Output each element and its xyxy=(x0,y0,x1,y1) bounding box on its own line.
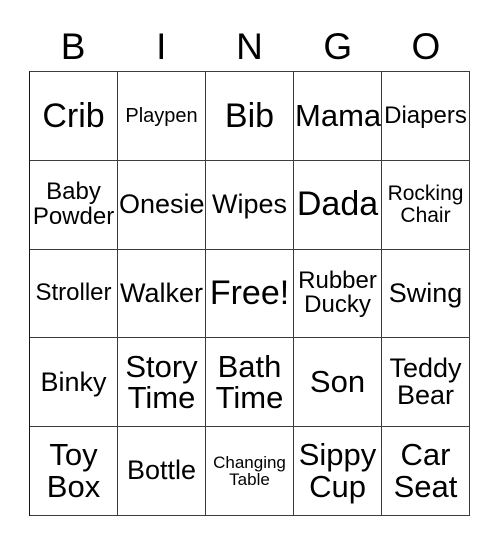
bingo-cell[interactable]: Crib xyxy=(30,72,118,161)
bingo-cell[interactable]: Baby Powder xyxy=(30,160,118,250)
bingo-cell-label: Playpen xyxy=(125,104,198,127)
bingo-cell-label: Stroller xyxy=(35,279,112,307)
bingo-cell-label: Car Seat xyxy=(393,437,458,505)
bingo-cell-label: Son xyxy=(309,364,366,400)
bingo-cell-label: Dada xyxy=(296,185,379,224)
bingo-cell[interactable]: Sippy Cup xyxy=(294,427,382,516)
bingo-cell[interactable]: Bib xyxy=(206,72,294,161)
bingo-cell[interactable]: Playpen xyxy=(118,72,206,161)
bingo-cell-free[interactable]: Free! xyxy=(206,249,294,339)
bingo-cell-label: Toy Box xyxy=(46,437,101,505)
bingo-cell-label: Sippy Cup xyxy=(298,437,377,505)
bingo-cell[interactable]: Onesie xyxy=(118,160,206,250)
bingo-cell-label: Bottle xyxy=(126,455,197,486)
bingo-cell[interactable]: Toy Box xyxy=(30,427,118,516)
bingo-cell-label: Rubber Ducky xyxy=(298,267,377,319)
bingo-cell[interactable]: Bath Time xyxy=(206,338,294,428)
bingo-cell-label: Wipes xyxy=(211,188,287,219)
bingo-cell-label: Onesie xyxy=(119,188,205,219)
bingo-header-letter-i: I xyxy=(156,26,167,67)
bingo-cell-label: Bib xyxy=(224,96,275,135)
bingo-cell[interactable]: Mama xyxy=(294,72,382,161)
bingo-cell-label: Walker xyxy=(119,277,203,308)
bingo-cell-label: Mama xyxy=(295,98,382,134)
bingo-cell-label: Story Time xyxy=(125,348,198,416)
bingo-header-letter-n: N xyxy=(236,26,263,67)
bingo-header-row: B I N G O xyxy=(29,22,470,71)
bingo-cell[interactable]: Teddy Bear xyxy=(382,338,470,428)
bingo-header-letter-g: G xyxy=(323,26,353,67)
bingo-card: B I N G O Crib Playpen Bib Mama Diapers … xyxy=(0,0,500,544)
bingo-cell-label: Bath Time xyxy=(215,348,284,416)
bingo-cell[interactable]: Walker xyxy=(118,249,206,339)
bingo-cell[interactable]: Bottle xyxy=(118,427,206,516)
bingo-cell[interactable]: Car Seat xyxy=(382,427,470,516)
bingo-grid: Crib Playpen Bib Mama Diapers Baby Powde… xyxy=(29,71,470,516)
bingo-cell[interactable]: Rocking Chair xyxy=(382,160,470,250)
bingo-cell[interactable]: Diapers xyxy=(382,72,470,161)
bingo-cell[interactable]: Swing xyxy=(382,249,470,339)
bingo-cell[interactable]: Story Time xyxy=(118,338,206,428)
bingo-cell-label: Changing Table xyxy=(213,452,286,490)
bingo-cell-label: Binky xyxy=(40,366,107,397)
bingo-cell[interactable]: Changing Table xyxy=(206,427,294,516)
bingo-cell[interactable]: Stroller xyxy=(30,249,118,339)
bingo-cell[interactable]: Rubber Ducky xyxy=(294,249,382,339)
bingo-cell-label: Rocking Chair xyxy=(387,182,464,227)
bingo-cell-label: Diapers xyxy=(384,101,467,129)
bingo-cell[interactable]: Son xyxy=(294,338,382,428)
bingo-header-letter-o: O xyxy=(411,26,441,67)
bingo-cell-label: Crib xyxy=(42,96,105,135)
bingo-header-letter-b: B xyxy=(60,26,86,67)
bingo-cell[interactable]: Dada xyxy=(294,160,382,250)
bingo-cell-label-free: Free! xyxy=(209,274,290,313)
bingo-cell-label: Teddy Bear xyxy=(389,352,462,411)
bingo-cell[interactable]: Binky xyxy=(30,338,118,428)
bingo-cell-label: Swing xyxy=(388,277,463,308)
bingo-cell-label: Baby Powder xyxy=(32,178,115,230)
bingo-cell[interactable]: Wipes xyxy=(206,160,294,250)
